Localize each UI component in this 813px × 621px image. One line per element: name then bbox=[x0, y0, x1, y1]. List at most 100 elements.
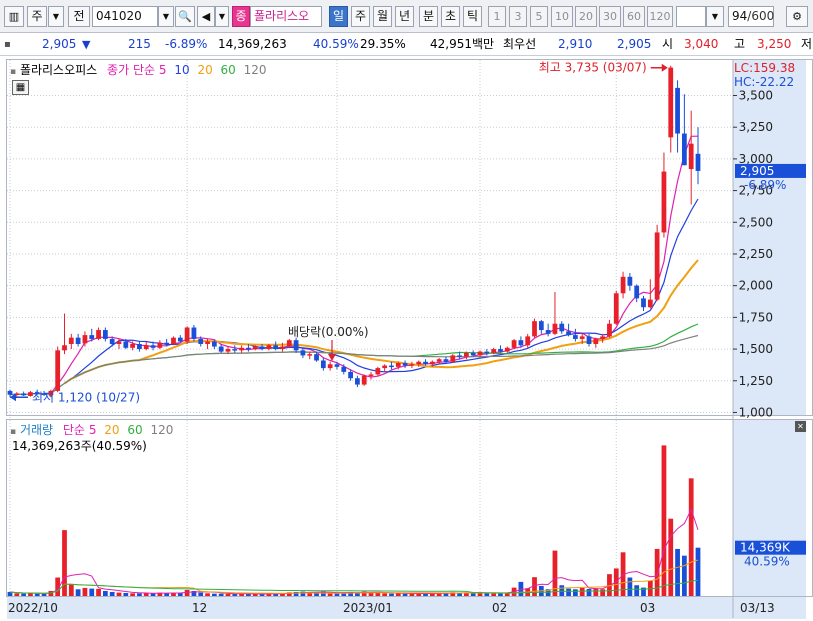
current-volume-axis-label: 14,369K bbox=[740, 541, 791, 555]
candle-body bbox=[443, 359, 449, 362]
candle-body bbox=[470, 352, 476, 356]
candle-body bbox=[511, 340, 517, 348]
candle-body bbox=[668, 67, 674, 138]
volume-bar bbox=[82, 587, 88, 596]
volume-bar bbox=[116, 592, 122, 596]
volume-bar bbox=[470, 593, 476, 596]
volume-bar bbox=[382, 593, 388, 596]
candle-body bbox=[545, 330, 551, 334]
candle-body bbox=[600, 336, 606, 339]
candle-body bbox=[566, 331, 571, 336]
ma60-label: 60 bbox=[220, 63, 236, 77]
candle-body bbox=[225, 349, 231, 352]
ma20-line bbox=[63, 259, 699, 385]
volume-bar bbox=[593, 588, 599, 596]
candle-body bbox=[429, 361, 435, 365]
candle-body bbox=[293, 340, 299, 351]
ma20-label: 20 bbox=[197, 63, 213, 77]
volume-bar bbox=[573, 589, 578, 596]
table-icon[interactable]: ▦ bbox=[12, 80, 29, 95]
volume-bar bbox=[218, 593, 224, 596]
candle-body bbox=[191, 327, 197, 339]
candle-body bbox=[184, 327, 190, 342]
price-tick-label: 3,500 bbox=[739, 89, 773, 103]
legend-marker-icon: ▪ bbox=[10, 67, 17, 77]
volume-bar bbox=[130, 593, 135, 596]
volume-bar bbox=[75, 589, 81, 596]
candle-body bbox=[327, 364, 333, 369]
candle-body bbox=[552, 323, 558, 334]
candle-body bbox=[450, 355, 456, 362]
volume-panel-title[interactable]: 거래량 bbox=[20, 423, 53, 437]
price-tick-label: 1,000 bbox=[739, 405, 773, 419]
candle-body bbox=[348, 371, 353, 379]
candle-body bbox=[205, 341, 210, 344]
candle-body bbox=[55, 350, 61, 391]
candle-body bbox=[402, 363, 408, 366]
candle-body bbox=[355, 378, 360, 385]
candle-body bbox=[395, 363, 401, 367]
candle-body bbox=[504, 347, 510, 352]
candle-body bbox=[423, 361, 428, 365]
hc-label: HC:-22.22 bbox=[734, 75, 794, 89]
date-tick-label: 03 bbox=[640, 601, 655, 615]
candlestick-chart[interactable]: 1,0001,2501,5001,7502,0002,2502,5002,750… bbox=[0, 0, 813, 621]
volume-bar bbox=[211, 593, 217, 596]
vol-ma5-label: 5 bbox=[88, 423, 97, 437]
candle-body bbox=[164, 342, 170, 345]
ma10-label: 10 bbox=[174, 63, 190, 77]
volume-bar bbox=[695, 547, 701, 596]
candle-body bbox=[593, 338, 599, 344]
candle-body bbox=[109, 338, 115, 344]
candle-body bbox=[7, 390, 13, 395]
volume-bar bbox=[232, 593, 238, 596]
ma-label: 종가 단순 bbox=[107, 63, 156, 77]
volume-bar bbox=[96, 588, 101, 596]
price-tick-label: 2,500 bbox=[739, 215, 773, 229]
candle-body bbox=[382, 365, 388, 369]
candle-body bbox=[89, 335, 95, 339]
candle-body bbox=[464, 352, 469, 357]
candle-body bbox=[96, 330, 101, 339]
candle-body bbox=[361, 375, 367, 385]
candle-body bbox=[627, 276, 633, 286]
volume-bar bbox=[395, 593, 401, 596]
volume-bar bbox=[184, 589, 190, 596]
candle-body bbox=[286, 340, 292, 347]
volume-bar bbox=[109, 591, 115, 596]
candle-body bbox=[157, 342, 163, 348]
candle-body bbox=[218, 346, 224, 352]
candle-body bbox=[484, 351, 490, 354]
candle-body bbox=[375, 368, 381, 375]
vol-ma20-label: 20 bbox=[104, 423, 120, 437]
price-tick-label: 1,250 bbox=[739, 374, 773, 388]
candle-body bbox=[573, 335, 578, 339]
volume-bar bbox=[34, 593, 40, 596]
volume-axis-background bbox=[733, 420, 806, 596]
volume-bar bbox=[654, 548, 660, 596]
vol-ma120-label: 120 bbox=[150, 423, 174, 437]
volume-bar bbox=[89, 588, 95, 596]
low-annotation: 최저 1,120 (10/27) bbox=[32, 390, 140, 404]
candle-body bbox=[647, 299, 653, 308]
candle-body bbox=[661, 171, 667, 233]
candle-body bbox=[477, 351, 483, 356]
volume-bar bbox=[41, 593, 47, 596]
candle-body bbox=[300, 350, 306, 356]
volume-bar bbox=[634, 585, 640, 596]
volume-bar bbox=[164, 593, 170, 596]
date-tick-label: 2022/10 bbox=[8, 601, 58, 615]
candle-body bbox=[320, 360, 326, 369]
price-panel-title[interactable]: 폴라리스오피스 bbox=[20, 63, 97, 77]
date-tick-label: 03/13 bbox=[740, 601, 775, 615]
candle-body bbox=[559, 323, 565, 332]
candle-body bbox=[688, 143, 694, 170]
candle-body bbox=[280, 346, 285, 350]
volume-bar bbox=[627, 577, 633, 596]
candle-body bbox=[246, 347, 251, 350]
lc-label: LC:159.38 bbox=[734, 61, 795, 75]
vol-ma-label: 단순 bbox=[62, 423, 85, 437]
volume-bar bbox=[102, 590, 108, 596]
candle-body bbox=[695, 153, 701, 171]
close-panel-icon[interactable]: ✕ bbox=[795, 421, 806, 432]
